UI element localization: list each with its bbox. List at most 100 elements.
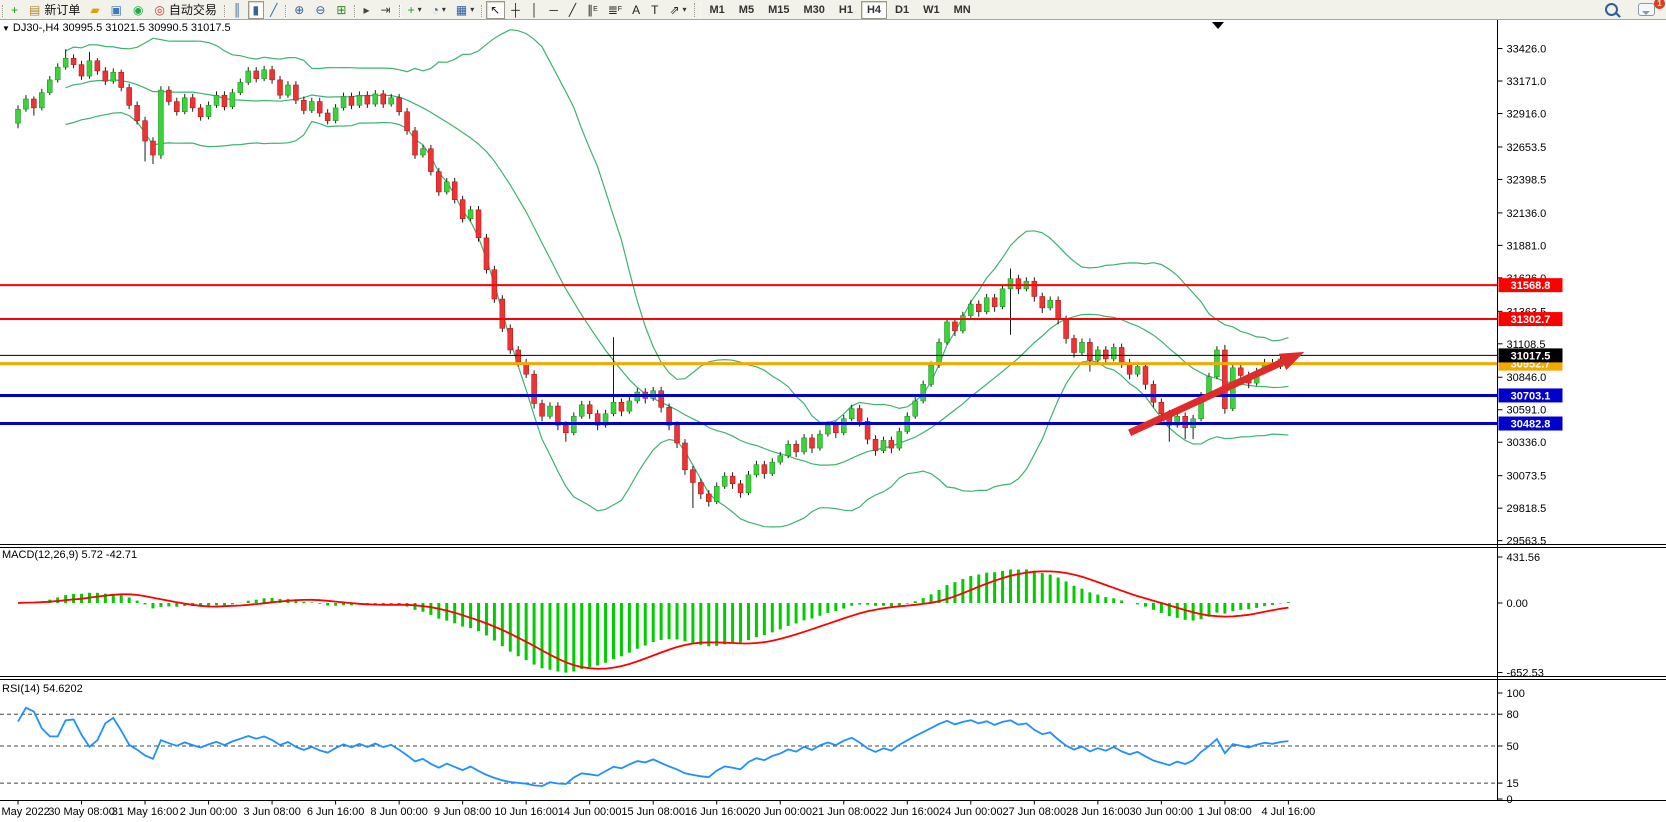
rsi-axis-label: 50 bbox=[1507, 741, 1519, 753]
candle-body bbox=[119, 72, 124, 87]
templates-button[interactable]: ▦▾ bbox=[452, 1, 478, 19]
new-chart-button[interactable]: + bbox=[7, 1, 23, 19]
bar-chart-button[interactable]: ║ bbox=[229, 1, 247, 19]
candle-body bbox=[786, 444, 791, 455]
candle-body bbox=[1008, 279, 1013, 289]
candle-body bbox=[111, 72, 116, 81]
time-axis-label: 3 Jun 08:00 bbox=[243, 806, 301, 818]
candle-body bbox=[897, 432, 902, 449]
candle-body bbox=[262, 70, 267, 79]
candle-body bbox=[476, 210, 481, 238]
candle-body bbox=[540, 403, 545, 416]
candle-body bbox=[214, 95, 219, 105]
candle-body bbox=[976, 304, 981, 312]
autotrading-button[interactable]: ◎自动交易 bbox=[150, 1, 221, 19]
chart-shift-button[interactable]: ⇥ bbox=[377, 1, 396, 19]
chevron-down-icon: ▾ bbox=[418, 5, 422, 14]
candle-body bbox=[619, 402, 624, 411]
vertical-line-icon: │ bbox=[531, 4, 539, 16]
time-axis-label: 31 May 16:00 bbox=[112, 806, 179, 818]
timeframe-m30-button[interactable]: M30 bbox=[797, 1, 830, 19]
timeframe-toolbar: M1M5M15M30H1H4D1W1MN bbox=[703, 1, 978, 19]
timeframe-w1-button[interactable]: W1 bbox=[917, 1, 946, 19]
zoom-out-button[interactable]: ⊖ bbox=[311, 1, 330, 19]
zoom-in-icon: ⊕ bbox=[294, 4, 304, 16]
candle-body bbox=[675, 425, 680, 443]
new-order-button[interactable]: ▤新订单 bbox=[25, 1, 84, 19]
price-tick-label: 29818.5 bbox=[1507, 503, 1547, 515]
candle-body bbox=[1087, 342, 1092, 360]
candle-body bbox=[1238, 368, 1243, 376]
chart-shift-marker[interactable] bbox=[1212, 22, 1224, 29]
zoom-in-button[interactable]: ⊕ bbox=[290, 1, 309, 19]
equidistant-channel-button[interactable]: ∥E bbox=[583, 1, 602, 19]
candle-body bbox=[222, 95, 227, 106]
candle-body bbox=[444, 182, 449, 192]
price-tick-label: 32916.0 bbox=[1507, 109, 1547, 121]
timeframe-h4-button[interactable]: H4 bbox=[861, 1, 887, 19]
candlestick-chart-button[interactable]: ▮ bbox=[248, 1, 264, 19]
price-tick-label: 33171.0 bbox=[1507, 76, 1547, 88]
candle-body bbox=[301, 100, 306, 110]
timeframe-d1-button[interactable]: D1 bbox=[889, 1, 915, 19]
symbol-dropdown-icon[interactable]: ▼ bbox=[2, 24, 10, 33]
candle-body bbox=[166, 90, 171, 101]
auto-scroll-button[interactable]: ▸ bbox=[359, 1, 374, 19]
timeframe-m5-button[interactable]: M5 bbox=[733, 1, 760, 19]
candle-body bbox=[1159, 402, 1164, 413]
candle-body bbox=[627, 401, 632, 411]
cursor-button[interactable]: ↖ bbox=[486, 1, 505, 19]
chart-canvas[interactable]: 33426.033171.032916.032653.532398.532136… bbox=[0, 20, 1666, 822]
candle-body bbox=[150, 141, 155, 155]
toolbar-separator bbox=[2, 5, 4, 17]
candle-body bbox=[71, 58, 76, 64]
trendline-button[interactable]: ╱ bbox=[565, 1, 581, 19]
candle-body bbox=[31, 99, 36, 108]
add-indicator-button[interactable]: +▾ bbox=[404, 1, 426, 19]
time-axis-label: 22 Jun 16:00 bbox=[875, 806, 939, 818]
candle-body bbox=[714, 486, 719, 501]
fibonacci-button[interactable]: ≣F bbox=[604, 1, 626, 19]
candle-body bbox=[246, 71, 251, 82]
candle-body bbox=[317, 102, 322, 113]
candle-body bbox=[1064, 319, 1069, 338]
candle-body bbox=[722, 476, 727, 486]
chat-button[interactable]: 1 bbox=[1624, 1, 1659, 19]
chart-svg[interactable]: 33426.033171.032916.032653.532398.532136… bbox=[0, 20, 1666, 822]
timeframe-m15-button[interactable]: M15 bbox=[762, 1, 795, 19]
rsi-axis-label: 80 bbox=[1507, 709, 1519, 721]
candle-body bbox=[802, 438, 807, 452]
timeframe-mn-button[interactable]: MN bbox=[948, 1, 977, 19]
time-axis-label: 30 May 08:00 bbox=[48, 806, 115, 818]
gold-icon-button[interactable]: ▰ bbox=[86, 1, 104, 19]
text-label-button[interactable]: T bbox=[647, 1, 663, 19]
candle-body bbox=[230, 93, 235, 107]
candle-body bbox=[293, 85, 298, 100]
candle-body bbox=[1135, 367, 1140, 375]
crosshair-button[interactable]: ┼ bbox=[507, 1, 525, 19]
price-tick-label: 31881.0 bbox=[1507, 240, 1547, 252]
time-axis-label: 15 Jun 08:00 bbox=[621, 806, 685, 818]
chevron-down-icon: ▾ bbox=[470, 5, 474, 14]
new-order-icon: ▤ bbox=[29, 4, 40, 16]
vertical-line-button[interactable]: │ bbox=[527, 1, 544, 19]
arrows-icon: ⇗ bbox=[669, 4, 679, 16]
history-center-button[interactable]: ▣ bbox=[107, 1, 127, 19]
periods-button[interactable]: ◔▾ bbox=[428, 1, 450, 19]
line-chart-button[interactable]: ╱ bbox=[266, 1, 282, 19]
text-button[interactable]: A bbox=[628, 1, 645, 19]
arrows-button[interactable]: ⇗▾ bbox=[665, 1, 690, 19]
candle-body bbox=[206, 105, 211, 116]
search-button[interactable] bbox=[1601, 1, 1622, 19]
candle-body bbox=[841, 419, 846, 433]
horizontal-line-icon: ─ bbox=[549, 4, 558, 16]
symbol-period-label: ▼DJ30-,H4 30995.5 31021.5 30990.5 31017.… bbox=[2, 22, 231, 34]
signals-icon-button[interactable]: ◉ bbox=[129, 1, 148, 19]
timeframe-h1-button[interactable]: H1 bbox=[833, 1, 859, 19]
candle-body bbox=[810, 438, 815, 448]
candle-body bbox=[381, 94, 386, 104]
candle-body bbox=[1040, 296, 1045, 307]
tile-windows-button[interactable]: ⊞ bbox=[332, 1, 351, 19]
horizontal-line-button[interactable]: ─ bbox=[545, 1, 563, 19]
timeframe-m1-button[interactable]: M1 bbox=[704, 1, 731, 19]
